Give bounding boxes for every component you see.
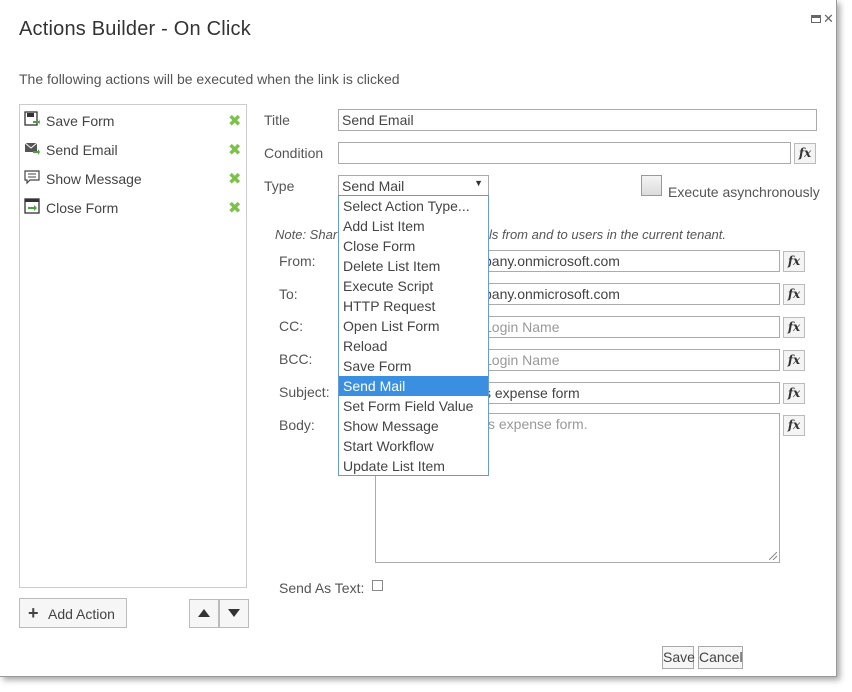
dropdown-option[interactable]: Save Form	[339, 356, 488, 376]
cancel-button[interactable]: Cancel	[698, 646, 743, 669]
type-select[interactable]: Send Mail ▼	[338, 175, 489, 196]
cc-label: CC:	[279, 318, 304, 334]
dropdown-option-selected[interactable]: Send Mail	[339, 376, 488, 396]
send-email-icon	[24, 142, 40, 155]
body-text: s expense form.	[488, 416, 588, 432]
formula-button[interactable]: fx	[783, 251, 805, 272]
execute-async-label: Execute asynchronously	[668, 184, 820, 200]
action-label: Save Form	[46, 113, 115, 129]
actions-list: Save Form ✖ Send Email ✖ Show Message ✖	[19, 104, 247, 588]
execute-async-checkbox[interactable]	[641, 175, 662, 196]
dropdown-arrow-icon: ▼	[474, 178, 483, 188]
condition-label: Condition	[264, 145, 324, 161]
from-label: From:	[279, 253, 316, 269]
type-select-value: Send Mail	[342, 178, 405, 194]
formula-button[interactable]: fx	[783, 415, 805, 436]
dropdown-option[interactable]: HTTP Request	[339, 296, 488, 316]
formula-button[interactable]: fx	[794, 143, 816, 164]
close-icon[interactable]: ✕	[823, 11, 834, 27]
type-label: Type	[264, 178, 295, 194]
action-label: Show Message	[46, 171, 142, 187]
save-form-icon	[24, 111, 40, 126]
dropdown-option[interactable]: Update List Item	[339, 456, 488, 476]
bcc-label: BCC:	[279, 351, 313, 367]
note-text-continued: ls from and to users in the current tena…	[489, 227, 727, 242]
action-label: Close Form	[46, 200, 119, 216]
send-as-text-label: Send As Text:	[279, 580, 365, 596]
delete-action-icon[interactable]: ✖	[228, 140, 241, 160]
dropdown-option[interactable]: Select Action Type...	[339, 196, 488, 216]
add-action-label: Add Action	[48, 606, 115, 622]
delete-action-icon[interactable]: ✖	[228, 111, 241, 131]
subject-label: Subject:	[279, 384, 330, 400]
triangle-down-icon	[228, 609, 240, 617]
actions-builder-dialog: Actions Builder - On Click ✕ The followi…	[0, 0, 837, 677]
dropdown-option[interactable]: Open List Form	[339, 316, 488, 336]
send-as-text-checkbox[interactable]	[372, 580, 383, 591]
title-input[interactable]: Send Email	[338, 109, 817, 131]
resize-handle-icon[interactable]	[769, 552, 777, 560]
body-label: Body:	[279, 417, 315, 433]
add-action-button[interactable]: + Add Action	[19, 598, 127, 628]
dropdown-option[interactable]: Delete List Item	[339, 256, 488, 276]
dropdown-option[interactable]: Add List Item	[339, 216, 488, 236]
dropdown-option[interactable]: Reload	[339, 336, 488, 356]
dropdown-option[interactable]: Set Form Field Value	[339, 396, 488, 416]
window-controls: ✕	[811, 10, 834, 27]
save-button[interactable]: Save	[662, 646, 695, 669]
dialog-subtitle: The following actions will be executed w…	[19, 71, 400, 87]
move-up-button[interactable]	[189, 599, 219, 628]
plus-icon: +	[28, 603, 39, 623]
move-down-button[interactable]	[219, 599, 249, 628]
condition-input[interactable]	[338, 142, 791, 164]
action-item-show-message[interactable]: Show Message ✖	[24, 169, 246, 191]
dropdown-option[interactable]: Show Message	[339, 416, 488, 436]
dropdown-option[interactable]: Execute Script	[339, 276, 488, 296]
action-label: Send Email	[46, 142, 118, 158]
dialog-title: Actions Builder - On Click	[19, 18, 251, 40]
note-text: Note: Shar	[275, 227, 338, 242]
formula-button[interactable]: fx	[783, 317, 805, 338]
formula-button[interactable]: fx	[783, 383, 805, 404]
title-label: Title	[264, 112, 290, 128]
delete-action-icon[interactable]: ✖	[228, 169, 241, 189]
dropdown-option[interactable]: Close Form	[339, 236, 488, 256]
delete-action-icon[interactable]: ✖	[228, 198, 241, 218]
to-label: To:	[279, 286, 298, 302]
close-form-icon	[24, 198, 40, 214]
type-dropdown-list: Select Action Type... Add List Item Clos…	[338, 195, 489, 476]
formula-button[interactable]: fx	[783, 284, 805, 305]
action-item-save-form[interactable]: Save Form ✖	[24, 111, 246, 133]
action-item-close-form[interactable]: Close Form ✖	[24, 198, 246, 220]
maximize-icon[interactable]	[811, 14, 821, 23]
triangle-up-icon	[198, 609, 210, 617]
show-message-icon	[24, 170, 40, 185]
action-item-send-email[interactable]: Send Email ✖	[24, 140, 246, 162]
formula-button[interactable]: fx	[783, 350, 805, 371]
dropdown-option[interactable]: Start Workflow	[339, 436, 488, 456]
